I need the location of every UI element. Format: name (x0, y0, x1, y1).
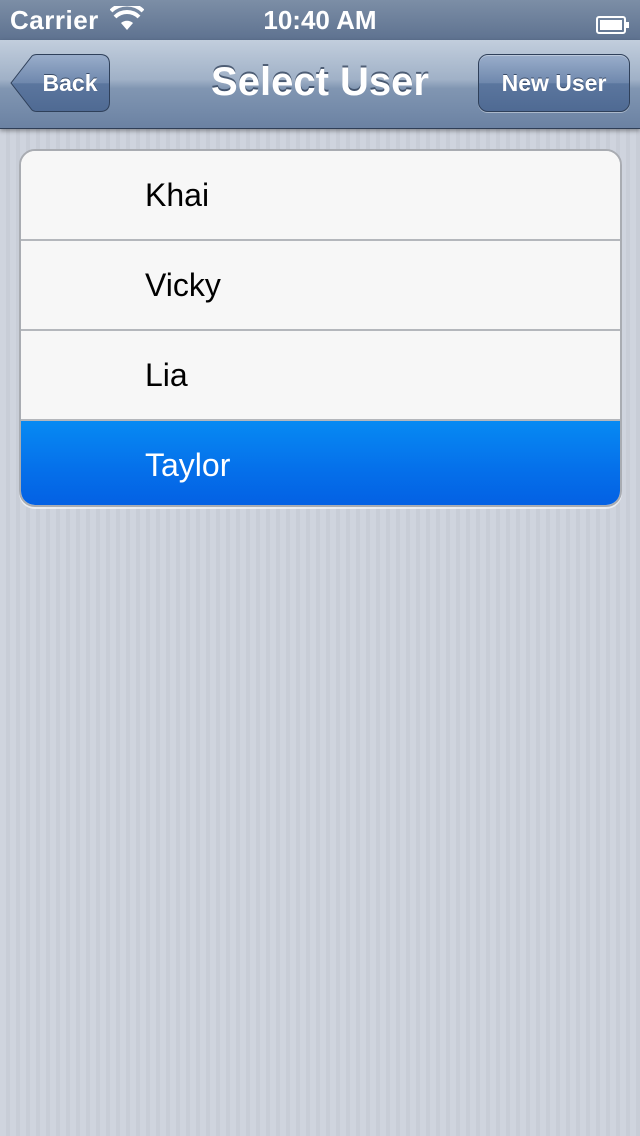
user-name: Lia (145, 357, 188, 393)
status-time: 10:40 AM (263, 5, 377, 35)
user-name: Taylor (145, 447, 231, 483)
user-row-taylor[interactable]: Taylor (21, 421, 620, 505)
user-name: Vicky (145, 267, 221, 303)
user-row-lia[interactable]: Lia (21, 331, 620, 421)
battery-icon (596, 10, 630, 34)
user-row-vicky[interactable]: Vicky (21, 241, 620, 331)
user-row-khai[interactable]: Khai (21, 151, 620, 241)
user-name: Khai (145, 177, 210, 213)
status-bar: Carrier 10:40 AM (0, 0, 640, 40)
new-user-button[interactable]: New User (478, 54, 630, 112)
navigation-bar: Back Select User New User (0, 40, 640, 129)
user-list: Khai Vicky Lia Taylor (19, 149, 622, 507)
